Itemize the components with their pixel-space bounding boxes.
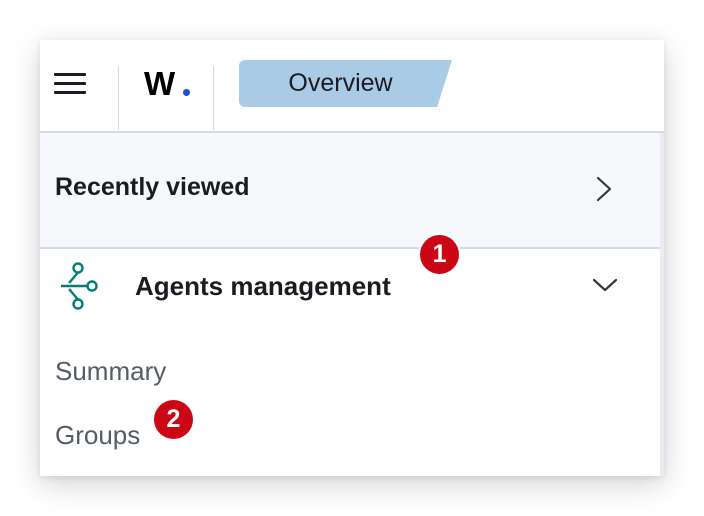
breadcrumb-overview[interactable]: Overview [239, 60, 452, 107]
agents-management-item[interactable]: Agents management [40, 249, 660, 325]
annotation-badge: 2 [154, 400, 193, 439]
agents-management-label: Agents management [135, 271, 391, 301]
chevron-right-icon [596, 176, 612, 202]
header-divider [118, 66, 119, 130]
annotation-badge: 1 [420, 235, 459, 274]
nav-link-groups[interactable]: Groups [55, 420, 140, 451]
nav-link-summary[interactable]: Summary [55, 356, 166, 387]
breadcrumb-label: Overview [288, 69, 393, 97]
chevron-down-icon[interactable] [591, 275, 619, 295]
hamburger-menu-icon[interactable] [54, 71, 88, 97]
top-header-bar: W Overview [40, 40, 664, 133]
header-divider [213, 66, 214, 130]
scrollbar-track[interactable] [660, 133, 664, 476]
recently-viewed-item[interactable]: Recently viewed [40, 133, 660, 249]
app-logo[interactable]: W [144, 64, 175, 104]
recently-viewed-label: Recently viewed [55, 173, 250, 201]
logo-dot [183, 89, 190, 96]
navigation-panel: W Overview Recently viewed Agents manage… [40, 40, 664, 476]
agents-graph-icon [61, 262, 98, 310]
